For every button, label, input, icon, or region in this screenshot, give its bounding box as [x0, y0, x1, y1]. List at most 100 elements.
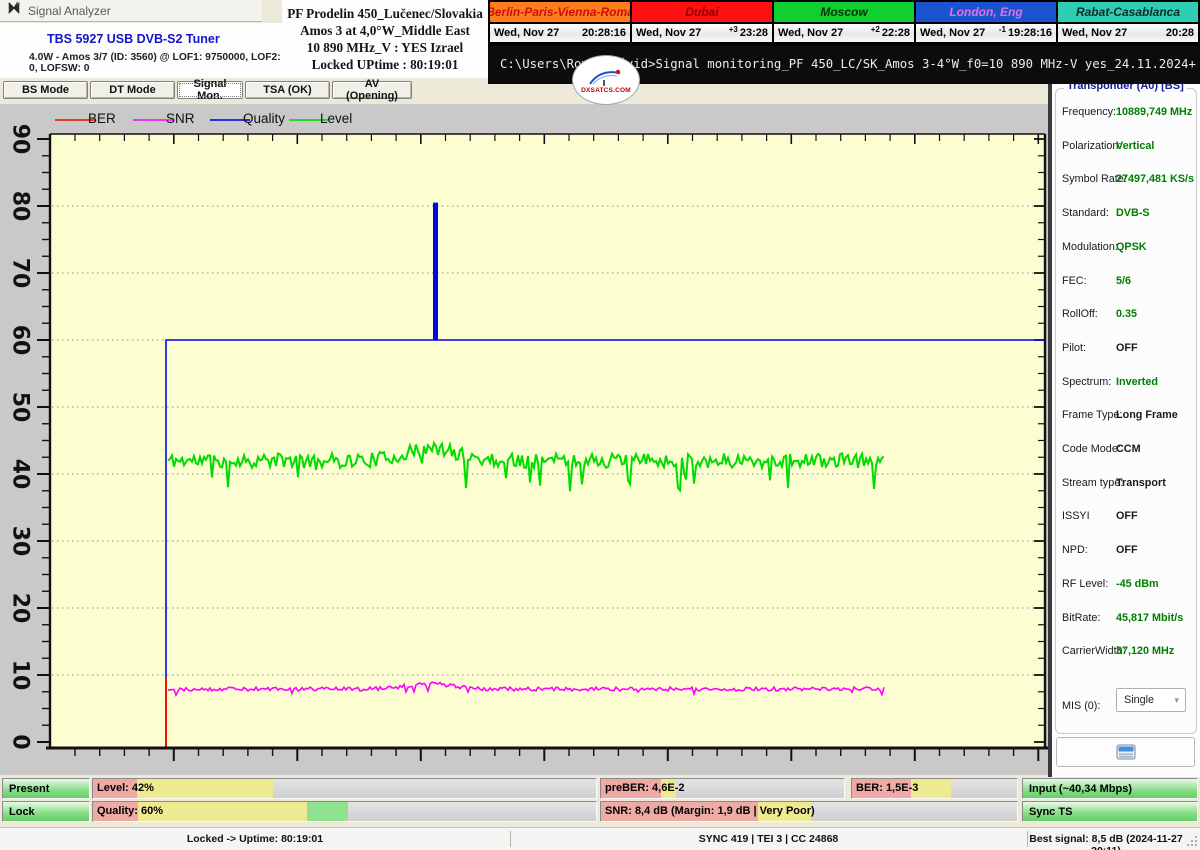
app-icon: [7, 1, 21, 20]
bar-label: SNR: 8,4 dB (Margin: 1,9 dB | Very Poor): [605, 805, 815, 817]
clock-city: Moscow: [774, 2, 914, 22]
signal-chart-panel: 0102030405060708090 BERSNRQualityLevel: [0, 103, 1052, 775]
tp-row-label: Standard:: [1062, 207, 1109, 219]
tp-row-label: RollOff:: [1062, 308, 1098, 320]
bar-label: Level: 42%: [97, 782, 154, 794]
mis-value: Single: [1124, 694, 1154, 706]
tab-bs-mode[interactable]: BS Mode: [3, 81, 88, 99]
clock-berlin-paris-vienna-roma: Berlin-Paris-Vienna-RomaWed, Nov 2720:28…: [490, 2, 630, 44]
bar-level-42: Level: 42%: [92, 778, 597, 799]
statusbar-best-signal: Best signal: 8,5 dB (2024-11-27 20:11): [1027, 833, 1185, 850]
tp-row-value: 37,120 MHz: [1116, 645, 1174, 657]
tp-row-label: Frequency:: [1062, 106, 1116, 118]
mis-label: MIS (0):: [1062, 700, 1100, 712]
tp-row-label: Stream type:: [1062, 477, 1123, 489]
clock-date: Wed, Nov 27: [1062, 27, 1127, 39]
tp-row-label: RF Level:: [1062, 578, 1108, 590]
clock-dubai: Dubai Wed, Nov 27 +323:28: [632, 2, 772, 44]
statusbar-sync-info: SYNC 419 | TEI 3 | CC 24868: [510, 833, 1027, 845]
tp-row-label: Modulation:: [1062, 241, 1118, 253]
tab-signal-mon-[interactable]: Signal Mon.: [177, 81, 243, 99]
antenna-line: 10 890 MHz_V : YES Izrael: [282, 39, 488, 56]
clock-moscow: Moscow Wed, Nov 27 +222:28: [774, 2, 914, 44]
tp-row-value: 27497,481 KS/s: [1116, 173, 1194, 185]
clock-date: Wed, Nov 27: [494, 27, 559, 39]
svg-text:80: 80: [8, 191, 33, 222]
clock-date: Wed, Nov 27: [636, 27, 701, 39]
chevron-down-icon: ▾: [1174, 695, 1179, 706]
clock-time-value: 20:28: [1166, 27, 1194, 39]
clock-utc-offset: +3: [729, 25, 738, 34]
clock-city: Berlin-Paris-Vienna-Roma: [490, 2, 630, 22]
mis-dropdown[interactable]: Single ▾: [1116, 688, 1186, 712]
clock-city: Dubai: [632, 2, 772, 22]
tuner-info-box: TBS 5927 USB DVB-S2 Tuner 4.0W - Amos 3/…: [0, 23, 282, 78]
tuner-details: 4.0W - Amos 3/7 (ID: 3560) @ LOF1: 97500…: [29, 52, 282, 74]
clock-rabat-casablanca: Rabat-CasablancaWed, Nov 2720:28: [1058, 2, 1198, 44]
bar-ber-1-5e-3: BER: 1,5E-3: [851, 778, 1018, 799]
title-bar: Signal Analyzer: [0, 0, 262, 22]
statusbar-lock-uptime: Locked -> Uptime: 80:19:01: [0, 833, 510, 845]
svg-text:0: 0: [8, 734, 33, 749]
tab-av-opening-[interactable]: AV (Opening): [332, 81, 412, 99]
tp-row-label: Frame Type:: [1062, 409, 1122, 421]
transponder-panel: Transponder (A0) [BS] MIS (0): Single ▾ …: [1052, 84, 1200, 777]
indicator-input-40-34-mbps: Input (~40,34 Mbps): [1022, 778, 1198, 799]
clock-london-eng: London, EngWed, Nov 27-119:28:16: [916, 2, 1056, 44]
bar-segment-yellow: [138, 802, 307, 821]
antenna-line: Amos 3 at 4,0°W_Middle East: [282, 22, 488, 39]
svg-text:30: 30: [8, 526, 33, 557]
tp-row-value: CCM: [1116, 443, 1141, 455]
tp-row-value: Transport: [1116, 477, 1166, 489]
bar-label: Quality: 60%: [97, 805, 163, 817]
clock-time-value: 19:28:16: [1008, 27, 1052, 39]
clock-time: Wed, Nov 27 -119:28:16: [916, 24, 1056, 42]
tp-row-label: Polarization:: [1062, 140, 1121, 152]
tp-row-label: Spectrum:: [1062, 376, 1111, 388]
antenna-line: Locked UPtime : 80:19:01: [282, 56, 488, 73]
world-clocks: Berlin-Paris-Vienna-Roma Wed, Nov 27 20:28…: [488, 0, 1200, 46]
clock-utc-offset: +2: [871, 25, 880, 34]
tp-row-value: OFF: [1116, 342, 1138, 354]
tp-row-value: Inverted: [1116, 376, 1158, 388]
tp-row-label: BitRate:: [1062, 612, 1100, 624]
satellite-dish-icon: [587, 67, 625, 87]
clock-date: Wed, Nov 27: [920, 27, 985, 39]
bottom-statusbar: Locked -> Uptime: 80:19:01 SYNC 419 | TE…: [0, 827, 1200, 850]
tp-row-label: Pilot:: [1062, 342, 1086, 354]
snr-legend-label: SNR: [166, 111, 195, 126]
tp-row-value: Vertical: [1116, 140, 1154, 152]
quality-legend-label: Quality: [243, 111, 285, 126]
indicator-lock: Lock: [2, 801, 90, 822]
tuner-device-icon: [1116, 744, 1136, 760]
clock-time-value: 23:28: [740, 27, 768, 39]
ber-legend-label: BER: [88, 111, 116, 126]
level-legend-label: Level: [320, 111, 352, 126]
tp-row-value: OFF: [1116, 544, 1138, 556]
clock-date: Wed, Nov 27: [778, 27, 843, 39]
clock-time-value: 22:28: [882, 27, 910, 39]
clock-utc-offset: -1: [999, 25, 1006, 34]
bar-label: BER: 1,5E-3: [856, 782, 918, 794]
resize-grip[interactable]: [1186, 834, 1198, 846]
device-button[interactable]: [1056, 737, 1195, 767]
status-bar-row-1: PresentLevel: 42%preBER: 4,6E-2BER: 1,5E…: [0, 778, 1200, 799]
antenna-line: PF Prodelin 450_Lučenec/Slovakia: [282, 5, 488, 22]
tab-tsa-ok-[interactable]: TSA (OK): [245, 81, 330, 99]
tp-row-label: NPD:: [1062, 544, 1088, 556]
tp-row-value: OFF: [1116, 510, 1138, 522]
tp-row-label: Code Mode:: [1062, 443, 1121, 455]
antenna-info-box: PF Prodelin 450_Lučenec/Slovakia Amos 3 …: [282, 0, 488, 78]
svg-text:10: 10: [8, 660, 33, 691]
tp-row-value: Long Frame: [1116, 409, 1178, 421]
tp-row-value: 45,817 Mbit/s: [1116, 612, 1183, 624]
indicator-sync-ts: Sync TS: [1022, 801, 1198, 822]
clock-time: Wed, Nov 27 +222:28: [774, 24, 914, 42]
bar-quality-60: Quality: 60%: [92, 801, 597, 822]
tp-row-value: 0.35: [1116, 308, 1137, 320]
svg-text:50: 50: [8, 392, 33, 423]
tp-row-value: -45 dBm: [1116, 578, 1159, 590]
svg-text:20: 20: [8, 593, 33, 624]
clock-time: Wed, Nov 27 +323:28: [632, 24, 772, 42]
tab-dt-mode[interactable]: DT Mode: [90, 81, 175, 99]
